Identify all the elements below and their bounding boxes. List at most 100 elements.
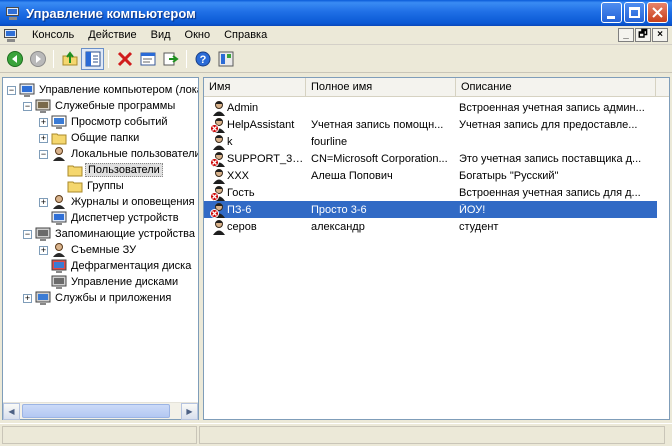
user-description-cell: Богатырь "Русский" bbox=[459, 169, 559, 182]
forward-button[interactable] bbox=[26, 48, 49, 70]
column-header-description[interactable]: Описание bbox=[456, 78, 656, 97]
collapse-icon[interactable]: − bbox=[23, 101, 32, 111]
forward-icon bbox=[29, 51, 46, 67]
tree-item[interactable]: + Просмотр событий bbox=[39, 114, 170, 130]
tree-item[interactable]: Пользователи bbox=[55, 162, 163, 178]
expand-icon[interactable]: + bbox=[39, 117, 48, 127]
expand-icon[interactable]: + bbox=[39, 197, 48, 207]
defrag-icon bbox=[51, 258, 67, 274]
tree-item[interactable]: − Служебные программы bbox=[23, 98, 177, 114]
user-icon bbox=[210, 134, 226, 150]
help-icon: ? bbox=[195, 51, 210, 67]
menu-window[interactable]: Окно bbox=[178, 29, 218, 41]
menu-console[interactable]: Консоль bbox=[25, 29, 81, 41]
mdi-minimize-button[interactable]: _ bbox=[618, 28, 634, 42]
delete-icon bbox=[117, 51, 132, 67]
user-row[interactable]: HelpAssistant Учетная запись помощн... Уче… bbox=[204, 116, 657, 133]
mdi-close-button[interactable]: × bbox=[652, 28, 668, 42]
disabled-user-icon bbox=[210, 202, 226, 218]
maximize-button[interactable] bbox=[624, 2, 645, 23]
user-row[interactable]: Admin Встроенная учетная запись админ... bbox=[204, 99, 657, 116]
window-title: Управление компьютером bbox=[26, 5, 196, 21]
close-button[interactable] bbox=[647, 2, 668, 23]
expand-icon[interactable]: + bbox=[23, 293, 32, 303]
expand-icon[interactable]: + bbox=[39, 133, 48, 143]
scroll-thumb[interactable] bbox=[22, 404, 170, 418]
show-hide-tree-icon bbox=[85, 51, 100, 67]
user-name-cell: SUPPORT_38... bbox=[227, 152, 305, 165]
console-tree-button[interactable] bbox=[214, 48, 237, 70]
computer-management-icon bbox=[19, 82, 35, 98]
export-icon bbox=[163, 52, 179, 66]
back-button[interactable] bbox=[3, 48, 26, 70]
menu-action[interactable]: Действие bbox=[81, 29, 143, 41]
properties-button[interactable] bbox=[136, 48, 159, 70]
column-header-full-name[interactable]: Полное имя bbox=[306, 78, 456, 97]
tree-item[interactable]: + Съемные ЗУ bbox=[39, 242, 138, 258]
status-cell-right bbox=[199, 426, 665, 444]
tree-item[interactable]: Управление дисками bbox=[39, 274, 180, 290]
user-name-cell: XXX bbox=[227, 169, 250, 182]
tree-item[interactable]: Диспетчер устройств bbox=[39, 210, 181, 226]
svg-text:?: ? bbox=[199, 54, 206, 66]
folder-icon bbox=[67, 162, 83, 178]
up-one-level-button[interactable] bbox=[58, 48, 81, 70]
expand-icon[interactable]: + bbox=[39, 245, 48, 255]
tree-item[interactable]: Дефрагментация диска bbox=[39, 258, 193, 274]
horizontal-scrollbar[interactable]: ◀ ▶ bbox=[3, 402, 198, 420]
user-description-cell: Встроенная учетная запись для д... bbox=[459, 186, 641, 199]
tree-item[interactable]: + Общие папки bbox=[39, 130, 141, 146]
disabled-user-icon bbox=[210, 151, 226, 167]
scroll-track[interactable] bbox=[20, 403, 181, 419]
user-full-name-cell: александр bbox=[311, 220, 365, 233]
help-button[interactable]: ? bbox=[191, 48, 214, 70]
minimize-button[interactable] bbox=[601, 2, 622, 23]
menu-help[interactable]: Справка bbox=[217, 29, 274, 41]
toolbar: ? bbox=[0, 46, 672, 73]
computer-management-icon bbox=[5, 5, 21, 21]
show-hide-tree-button[interactable] bbox=[81, 48, 104, 70]
user-row[interactable]: k fourline bbox=[204, 133, 657, 150]
scroll-left-button[interactable]: ◀ bbox=[3, 403, 20, 420]
console-tree: − Управление компьютером (локаль − Служебны… bbox=[3, 78, 198, 400]
properties-icon bbox=[140, 52, 155, 66]
performance-logs-icon bbox=[51, 194, 67, 210]
user-row[interactable]: Гость Встроенная учетная запись для д... bbox=[204, 184, 657, 201]
delete-button[interactable] bbox=[113, 48, 136, 70]
export-list-button[interactable] bbox=[159, 48, 182, 70]
mdi-restore-button[interactable]: 🗗 bbox=[635, 28, 651, 42]
tree-item-label: Управление компьютером (локаль bbox=[39, 84, 198, 96]
user-row[interactable]: XXX Алеша Попович Богатырь "Русский" bbox=[204, 167, 657, 184]
disabled-user-icon bbox=[210, 185, 226, 201]
tree-item[interactable]: − Запоминающие устройства bbox=[23, 226, 197, 242]
tree-item-label: Дефрагментация диска bbox=[71, 260, 192, 272]
tree-item[interactable]: Группы bbox=[55, 178, 126, 194]
user-name-cell: серов bbox=[227, 220, 257, 233]
local-users-icon bbox=[51, 146, 67, 162]
console-app-icon[interactable] bbox=[3, 27, 19, 43]
user-row[interactable]: серов александр студент bbox=[204, 218, 657, 235]
status-cell-left bbox=[2, 426, 197, 444]
device-manager-icon bbox=[51, 210, 67, 226]
services-icon bbox=[35, 290, 51, 306]
scroll-right-button[interactable]: ▶ bbox=[181, 403, 198, 420]
user-description-cell: ЙОУ! bbox=[459, 203, 486, 216]
user-row[interactable]: ПЗ-6 Просто 3-6 ЙОУ! bbox=[204, 201, 657, 218]
user-name-cell: Admin bbox=[227, 101, 259, 114]
status-bar bbox=[0, 423, 672, 446]
shared-folders-icon bbox=[51, 130, 67, 146]
collapse-icon[interactable]: − bbox=[23, 229, 32, 239]
collapse-icon[interactable]: − bbox=[7, 85, 16, 95]
tree-item-label: Просмотр событий bbox=[71, 116, 168, 128]
collapse-icon[interactable]: − bbox=[39, 149, 48, 159]
tree-item-label: Журналы и оповещения пр bbox=[71, 196, 198, 208]
tree-item-label: Управление дисками bbox=[71, 276, 179, 288]
user-row[interactable]: SUPPORT_38... CN=Microsoft Corporation...… bbox=[204, 150, 657, 167]
tree-item[interactable]: − Управление компьютером (локаль bbox=[7, 82, 198, 98]
tree-item[interactable]: − Локальные пользователи bbox=[39, 146, 198, 162]
tree-item[interactable]: + Журналы и оповещения пр bbox=[39, 194, 198, 210]
tree-item[interactable]: + Службы и приложения bbox=[23, 290, 173, 306]
column-header-name[interactable]: Имя bbox=[204, 78, 306, 97]
up-folder-icon bbox=[62, 51, 77, 66]
menu-view[interactable]: Вид bbox=[144, 29, 178, 41]
